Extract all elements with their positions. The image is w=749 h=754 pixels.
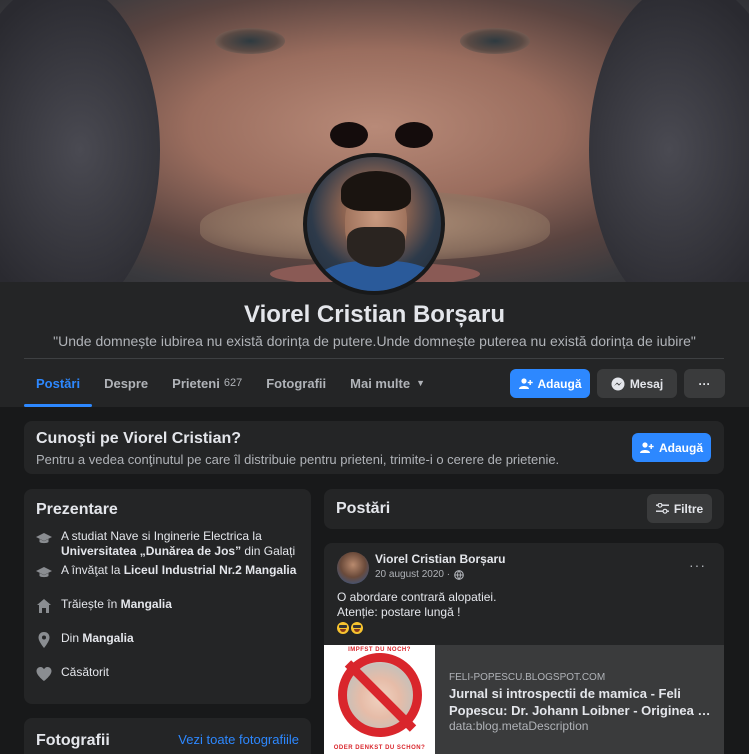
link-thumbnail: IMPFST DU NOCH? ODER DENKST DU SCHON? [324,645,435,754]
intro-item-education-highschool: A învăţat la Liceul Industrial Nr.2 Mang… [36,563,301,597]
intro-card: Prezentare A studiat Nave si Inginerie E… [24,489,311,704]
profile-name: Viorel Cristian Borșaru [244,301,505,328]
more-dots-icon: ··· [698,376,711,391]
filter-button[interactable]: Filtre [647,494,712,523]
friend-suggestion-text: Pentru a vedea conţinutul pe care îl dis… [36,452,560,467]
tab-about[interactable]: Despre [92,360,160,406]
post-emojis [337,622,363,634]
filter-sliders-icon [655,503,669,514]
photos-card: Fotografii Vezi toate fotografiile [24,718,311,754]
hometown-link[interactable]: Mangalia [82,631,133,645]
messenger-icon [611,377,625,391]
profile-actions: Adaugă Mesaj ··· [510,369,725,398]
intro-item-education-university: A studiat Nave si Inginerie Electrica la… [36,529,301,563]
see-all-photos-link[interactable]: Vezi toate fotografiile [178,732,299,747]
posts-header: Postări Filtre [324,489,724,529]
sunglasses-emoji-icon [337,622,349,634]
profile-header: Viorel Cristian Borșaru "Unde domnește i… [0,0,749,407]
graduation-cap-icon [36,567,52,578]
sunglasses-emoji-icon [351,622,363,634]
link-title: Jurnal si introspectii de mamica - Feli … [449,686,711,718]
lives-in-link[interactable]: Mangalia [121,597,172,611]
heart-icon [36,667,52,681]
posts-title: Postări [336,500,391,517]
link-description: data:blog.metaDescription [449,719,589,733]
more-options-button[interactable]: ··· [684,369,725,398]
message-button[interactable]: Mesaj [597,369,677,398]
tab-posts[interactable]: Postări [24,360,93,407]
globe-icon [454,569,464,580]
highschool-link[interactable]: Liceul Industrial Nr.2 Mangalia [124,563,297,577]
friend-suggestion-card: Cunoşti pe Viorel Cristian? Pentru a ved… [24,421,724,474]
friend-suggestion-title: Cunoşti pe Viorel Cristian? [36,430,242,447]
add-friend-button-secondary[interactable]: Adaugă [632,433,711,462]
post-card: Viorel Cristian Borșaru 20 august 2020 ·… [324,543,724,754]
intro-title: Prezentare [36,501,118,518]
friends-count: 627 [223,377,243,389]
home-icon [37,599,51,613]
photos-title: Fotografii [36,732,110,749]
profile-page: Viorel Cristian Borșaru "Unde domnește i… [0,0,749,754]
link-domain: FELI-POPESCU.BLOGSPOT.COM [449,672,606,683]
stamp-bottom-text: ODER DENKST DU SCHON? [333,745,426,751]
add-friend-icon [640,441,654,454]
profile-avatar[interactable] [303,153,445,295]
link-preview[interactable]: IMPFST DU NOCH? ODER DENKST DU SCHON? FE… [324,645,724,754]
post-options-icon[interactable]: ··· [689,557,706,573]
post-text: O abordare contrară alopatiei. Atenție: … [337,590,497,619]
add-friend-icon [518,377,533,390]
post-author-name[interactable]: Viorel Cristian Borșaru [375,552,506,566]
intro-item-from: Din Mangalia [36,631,301,665]
add-friend-button[interactable]: Adaugă [510,369,590,398]
header-divider [24,358,724,359]
post-timestamp[interactable]: 20 august 2020 · [375,569,464,580]
tab-more[interactable]: Mai multe ▼ [338,360,437,406]
tab-photos[interactable]: Fotografii [254,360,338,406]
profile-bio: "Unde domnește iubirea nu există dorința… [53,333,696,349]
tab-friends[interactable]: Prieteni 627 [160,360,254,406]
graduation-cap-icon [36,533,52,544]
intro-item-relationship: Căsătorit [36,665,301,699]
location-pin-icon [38,632,50,648]
caret-down-icon: ▼ [416,378,426,388]
intro-item-lives-in: Trăiește în Mangalia [36,597,301,631]
intro-list: A studiat Nave si Inginerie Electrica la… [36,529,301,699]
university-link[interactable]: Universitatea „Dunărea de Jos” [61,544,241,558]
post-author-avatar[interactable] [337,552,369,584]
profile-tabs: Postări Despre Prieteni 627 Fotografii Ma… [24,360,437,407]
